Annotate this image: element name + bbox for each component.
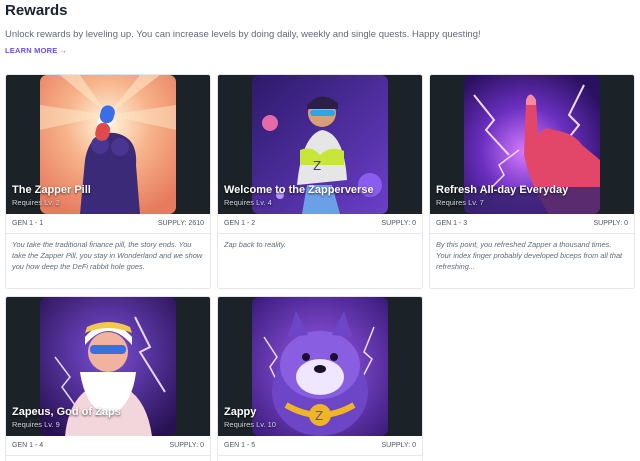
page-subtitle: Unlock rewards by leveling up. You can i… bbox=[5, 29, 481, 40]
card-title: Refresh All-day Everyday bbox=[436, 184, 569, 196]
card-meta: GEN 1 - 4 SUPPLY: 0 bbox=[6, 436, 210, 456]
card-banner: Z Welcome to the Zapperverse Requires Lv… bbox=[218, 75, 422, 214]
card-supply: SUPPLY: 0 bbox=[381, 220, 416, 227]
card-title: Zapeus, God of Zaps bbox=[12, 406, 121, 418]
reward-card-refresh[interactable]: Refresh All-day Everyday Requires Lv. 7 … bbox=[429, 74, 635, 289]
svg-text:Z: Z bbox=[315, 409, 323, 423]
card-required-level: Requires Lv. 10 bbox=[224, 420, 276, 429]
card-required-level: Requires Lv. 4 bbox=[224, 198, 272, 207]
card-description: By this point, you refreshed Zapper a th… bbox=[436, 240, 623, 271]
arrow-right-icon: → bbox=[59, 46, 68, 55]
card-supply: SUPPLY: 2610 bbox=[157, 220, 204, 227]
card-supply: SUPPLY: 0 bbox=[169, 442, 204, 449]
card-banner: The Zapper Pill Requires Lv. 2 bbox=[6, 75, 210, 214]
card-supply: SUPPLY: 0 bbox=[381, 442, 416, 449]
card-description: Zap back to reality. bbox=[224, 240, 286, 249]
card-title: The Zapper Pill bbox=[12, 184, 91, 196]
reward-card-zapper-pill[interactable]: The Zapper Pill Requires Lv. 2 GEN 1 - 1… bbox=[5, 74, 211, 289]
card-banner: Refresh All-day Everyday Requires Lv. 7 bbox=[430, 75, 634, 214]
nft-artwork-image: Z bbox=[252, 297, 388, 436]
reward-card-zapperverse[interactable]: Z Welcome to the Zapperverse Requires Lv… bbox=[217, 74, 423, 289]
reward-card-zapeus[interactable]: Zapeus, God of Zaps Requires Lv. 9 GEN 1… bbox=[5, 296, 211, 461]
card-meta: GEN 1 - 5 SUPPLY: 0 bbox=[218, 436, 422, 456]
card-banner: Zapeus, God of Zaps Requires Lv. 9 bbox=[6, 297, 210, 436]
card-meta: GEN 1 - 1 SUPPLY: 2610 bbox=[6, 214, 210, 234]
learn-more-link[interactable]: LEARN MORE → bbox=[5, 46, 67, 55]
page-title: Rewards bbox=[5, 2, 68, 19]
svg-text:Z: Z bbox=[313, 159, 321, 173]
card-required-level: Requires Lv. 2 bbox=[12, 198, 60, 207]
card-banner: Z Zappy Requires Lv. 10 bbox=[218, 297, 422, 436]
card-gen: GEN 1 - 3 bbox=[436, 220, 468, 227]
card-meta: GEN 1 - 2 SUPPLY: 0 bbox=[218, 214, 422, 234]
card-gen: GEN 1 - 2 bbox=[224, 220, 256, 227]
card-gen: GEN 1 - 1 bbox=[12, 220, 44, 227]
card-meta: GEN 1 - 3 SUPPLY: 0 bbox=[430, 214, 634, 234]
card-gen: GEN 1 - 5 bbox=[224, 442, 256, 449]
learn-more-label: LEARN MORE bbox=[5, 46, 58, 55]
card-supply: SUPPLY: 0 bbox=[593, 220, 628, 227]
card-title: Zappy bbox=[224, 406, 257, 418]
card-description: You take the traditional finance pill, t… bbox=[12, 240, 203, 271]
card-title: Welcome to the Zapperverse bbox=[224, 184, 374, 196]
card-required-level: Requires Lv. 9 bbox=[12, 420, 60, 429]
card-gen: GEN 1 - 4 bbox=[12, 442, 44, 449]
card-required-level: Requires Lv. 7 bbox=[436, 198, 484, 207]
reward-card-zappy[interactable]: Z Zappy Requires Lv. 10 GEN 1 - 5 SUPPLY… bbox=[217, 296, 423, 461]
